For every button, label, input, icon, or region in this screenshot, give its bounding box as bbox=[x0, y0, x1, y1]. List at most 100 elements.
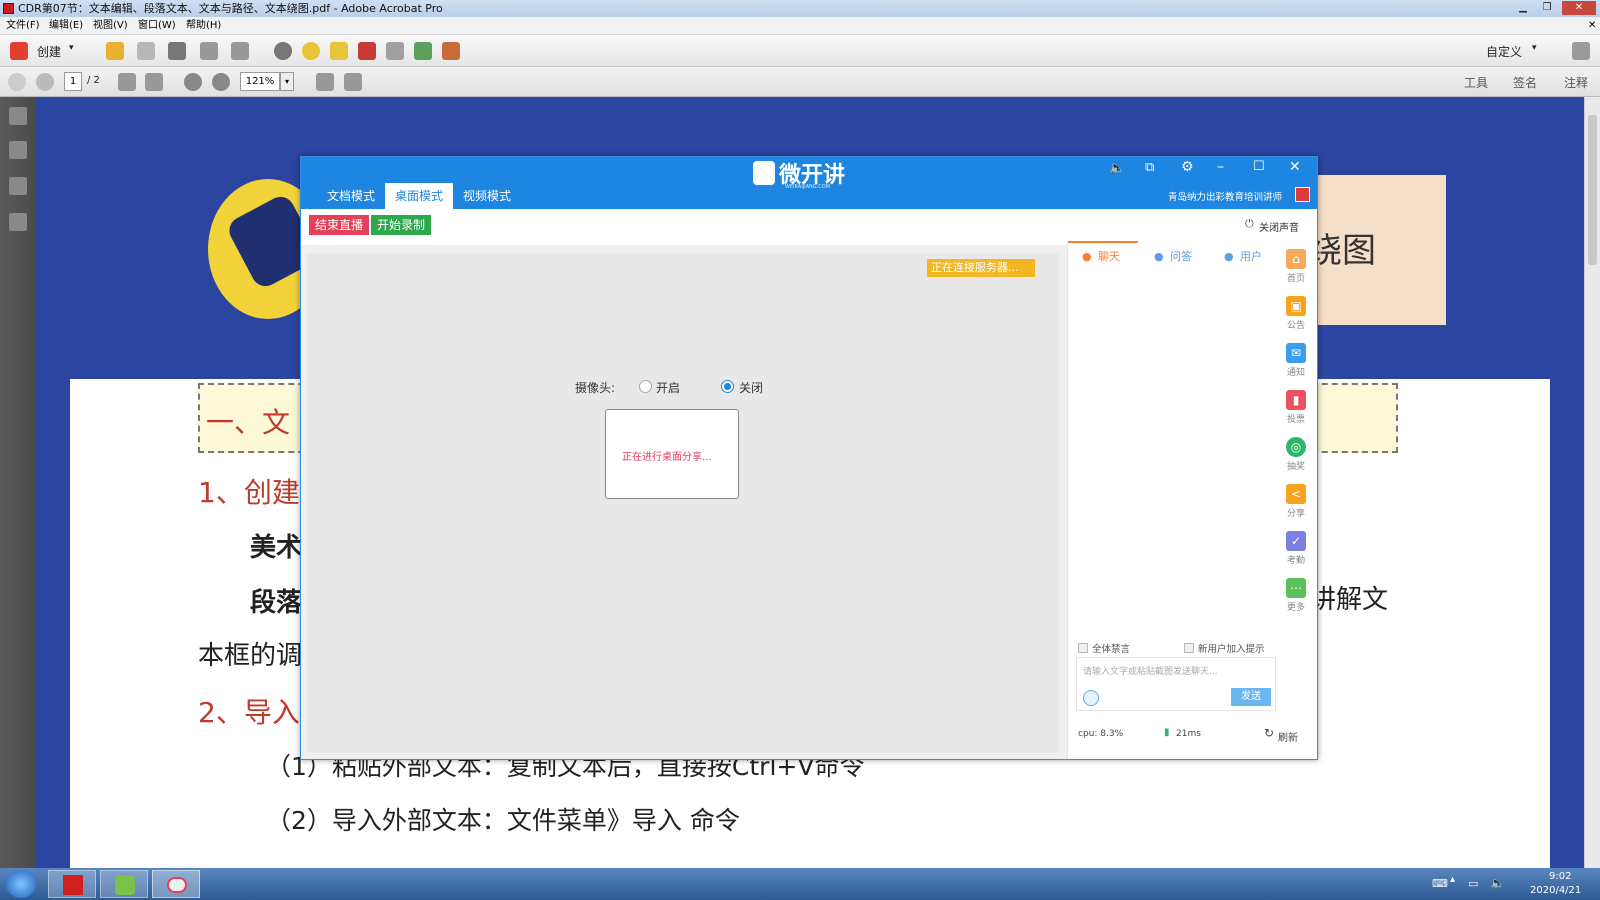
side-notice[interactable]: ✉ 通知 bbox=[1283, 343, 1309, 378]
pdf-icon[interactable] bbox=[358, 42, 376, 60]
side-lottery[interactable]: ◎ 抽奖 bbox=[1283, 437, 1309, 472]
menu-help[interactable]: 帮助(H) bbox=[186, 17, 221, 35]
customize-button[interactable]: 自定义 bbox=[1486, 43, 1522, 60]
hand-tool-icon[interactable] bbox=[145, 73, 163, 91]
tab-chat[interactable]: 聊天 bbox=[1098, 241, 1120, 273]
edit-icon[interactable] bbox=[200, 42, 218, 60]
zoom-input[interactable]: 121% bbox=[240, 72, 280, 91]
taskbar-acrobat[interactable] bbox=[48, 870, 96, 898]
tab-video-mode[interactable]: 视频模式 bbox=[453, 183, 521, 209]
tab-qa[interactable]: 问答 bbox=[1170, 241, 1192, 273]
minimize-icon[interactable]: – bbox=[1217, 159, 1224, 175]
item-2-text: （2）导入外部文本：文件菜单》导入 命令 bbox=[266, 806, 740, 835]
print-icon[interactable] bbox=[168, 42, 186, 60]
start-record-button[interactable]: 开始录制 bbox=[371, 215, 432, 235]
highlight-icon[interactable] bbox=[330, 42, 348, 60]
comment-icon[interactable] bbox=[302, 42, 320, 60]
create-button[interactable]: 创建 bbox=[37, 43, 61, 60]
camera-label: 摄像头: bbox=[575, 381, 616, 395]
side-share[interactable]: < 分享 bbox=[1283, 484, 1309, 519]
power-icon[interactable]: ⏻ bbox=[1245, 217, 1254, 231]
signature-icon[interactable] bbox=[9, 213, 27, 231]
taskbar-weikaijiang[interactable] bbox=[152, 870, 200, 898]
maximize-icon[interactable]: ☐ bbox=[1253, 159, 1265, 174]
camera-off-radio[interactable] bbox=[721, 380, 734, 393]
vertical-scrollbar[interactable] bbox=[1584, 97, 1600, 868]
side-more[interactable]: ⋯ 更多 bbox=[1283, 578, 1309, 613]
end-live-button[interactable]: 结束直播 bbox=[309, 215, 370, 235]
maximize-button[interactable]: ❐ bbox=[1536, 1, 1558, 15]
taskbar-coreldraw[interactable] bbox=[100, 870, 148, 898]
title-box: 绕图 bbox=[1306, 175, 1446, 325]
export-icon[interactable] bbox=[414, 42, 432, 60]
menu-edit[interactable]: 编辑(E) bbox=[49, 17, 83, 35]
connecting-badge: 正在连接服务器... bbox=[927, 259, 1035, 277]
create-icon[interactable] bbox=[10, 42, 28, 60]
clock-time[interactable]: 9:02 bbox=[1549, 871, 1571, 882]
keyboard-icon[interactable]: ⌨ bbox=[1432, 877, 1448, 890]
network-icon[interactable]: ▭ bbox=[1468, 877, 1478, 890]
tab-desktop-mode[interactable]: 桌面模式 bbox=[385, 183, 454, 209]
side-vote[interactable]: ▮ 投票 bbox=[1283, 390, 1309, 425]
page-up-icon[interactable] bbox=[8, 73, 26, 91]
clock-date[interactable]: 2020/4/21 bbox=[1530, 885, 1581, 896]
open-folder-icon[interactable] bbox=[106, 42, 124, 60]
share-icon: < bbox=[1286, 484, 1306, 504]
side-announcement[interactable]: ▣ 公告 bbox=[1283, 296, 1309, 331]
share-preview: 正在进行桌面分享... bbox=[605, 409, 739, 499]
mute-button[interactable]: 关闭声音 bbox=[1259, 219, 1299, 234]
settings-icon[interactable]: ⚙ bbox=[1181, 159, 1194, 175]
page-number-input[interactable]: 1 bbox=[64, 72, 82, 91]
send-button[interactable]: 发送 bbox=[1231, 688, 1271, 706]
fit-page-icon[interactable] bbox=[316, 73, 334, 91]
pages-icon[interactable] bbox=[9, 107, 27, 125]
attachment-icon[interactable] bbox=[9, 177, 27, 195]
lottery-icon: ◎ bbox=[1286, 437, 1306, 457]
email-icon[interactable] bbox=[231, 42, 249, 60]
join-notice-checkbox[interactable] bbox=[1184, 643, 1194, 653]
minimize-button[interactable]: ▁ bbox=[1512, 1, 1534, 15]
menu-file[interactable]: 文件(F) bbox=[6, 17, 40, 35]
chat-input[interactable]: 请输入文字或粘贴截图发送聊天... 发送 bbox=[1076, 657, 1276, 711]
mute-all-checkbox[interactable] bbox=[1078, 643, 1088, 653]
term-art-text: 美术 bbox=[250, 533, 303, 563]
join-notice-label: 新用户加入提示 bbox=[1198, 644, 1265, 655]
tray-arrow-icon[interactable]: ▴ bbox=[1450, 874, 1455, 885]
close-icon[interactable]: ✕ bbox=[1289, 159, 1301, 175]
speaker-icon[interactable]: 🔈 bbox=[1490, 876, 1505, 890]
comment-pane-button[interactable]: 注释 bbox=[1564, 74, 1588, 91]
side-home[interactable]: ⌂ 首页 bbox=[1283, 249, 1309, 284]
refresh-icon[interactable]: ↻ bbox=[1264, 726, 1274, 740]
tab-users[interactable]: 用户 bbox=[1240, 241, 1262, 273]
menu-window[interactable]: 窗口(W) bbox=[138, 17, 176, 35]
start-button[interactable] bbox=[6, 870, 36, 898]
volume-icon[interactable]: 🔈 bbox=[1109, 161, 1125, 176]
emoji-icon[interactable] bbox=[1083, 690, 1099, 706]
doc-close-icon[interactable]: ✕ bbox=[1588, 17, 1596, 35]
taskbar: ⌨ ▴ ▭ 🔈 9:02 2020/4/21 bbox=[0, 868, 1600, 900]
zoom-dropdown-icon[interactable]: ▾ bbox=[280, 72, 294, 91]
page-down-icon[interactable] bbox=[36, 73, 54, 91]
sign-pane-button[interactable]: 签名 bbox=[1513, 74, 1537, 91]
scrollbar-thumb[interactable] bbox=[1588, 115, 1597, 265]
close-button[interactable]: ✕ bbox=[1562, 1, 1596, 15]
expand-icon[interactable] bbox=[1572, 42, 1590, 60]
zoom-in-icon[interactable] bbox=[212, 73, 230, 91]
forms-icon[interactable] bbox=[442, 42, 460, 60]
gear-icon[interactable] bbox=[274, 42, 292, 60]
camera-off-label: 关闭 bbox=[739, 381, 764, 395]
review-icon[interactable] bbox=[386, 42, 404, 60]
avatar[interactable] bbox=[1295, 187, 1310, 202]
fullscreen-icon[interactable] bbox=[344, 73, 362, 91]
menu-view[interactable]: 视图(V) bbox=[93, 17, 128, 35]
refresh-button[interactable]: 刷新 bbox=[1278, 729, 1298, 744]
share-screen-icon[interactable]: ⧉ bbox=[1145, 160, 1154, 175]
save-icon[interactable] bbox=[137, 42, 155, 60]
zoom-out-icon[interactable] bbox=[184, 73, 202, 91]
side-attendance[interactable]: ✓ 考勤 bbox=[1283, 531, 1309, 566]
camera-on-radio[interactable] bbox=[639, 380, 652, 393]
bookmark-icon[interactable] bbox=[9, 141, 27, 159]
tab-document-mode[interactable]: 文档模式 bbox=[317, 183, 385, 209]
tools-pane-button[interactable]: 工具 bbox=[1464, 74, 1488, 91]
select-arrow-icon[interactable] bbox=[118, 73, 136, 91]
